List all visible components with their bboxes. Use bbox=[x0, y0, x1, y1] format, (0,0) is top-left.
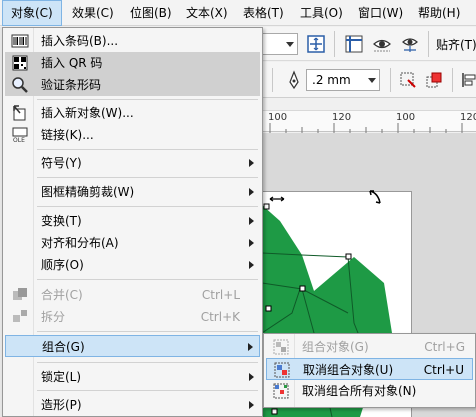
menu-text[interactable]: 文本(X) bbox=[186, 0, 228, 26]
menu-help[interactable]: 帮助(H) bbox=[418, 0, 460, 26]
menu-item-label: 拆分 bbox=[41, 310, 66, 324]
combine-icon bbox=[13, 288, 27, 300]
menu-item-shortcut: Ctrl+K bbox=[200, 310, 240, 324]
menu-item-label: 取消组合对象(U) bbox=[303, 363, 394, 377]
view-grid-eye-icon[interactable] bbox=[400, 34, 420, 54]
ungroup-all-icon bbox=[273, 383, 289, 399]
menu-item-label: 取消组合所有对象(N) bbox=[302, 384, 417, 398]
menu-item-label: 组合(G) bbox=[42, 340, 85, 354]
menu-item-combine[interactable]: 合并(C) Ctrl+L bbox=[5, 284, 260, 306]
menu-item-label: 符号(Y) bbox=[41, 156, 82, 170]
insert-object-icon bbox=[13, 105, 26, 121]
menu-item-shortcut: Ctrl+L bbox=[201, 288, 240, 302]
menu-tools[interactable]: 工具(O) bbox=[300, 0, 343, 26]
wrap-text-icon[interactable] bbox=[398, 70, 418, 90]
submenu-arrow-icon bbox=[248, 343, 253, 351]
break-apart-icon bbox=[13, 310, 27, 322]
outline-width-combo[interactable]: .2 mm bbox=[306, 69, 380, 91]
property-bar: .2 mm bbox=[262, 62, 476, 98]
menu-item-label: 对齐和分布(A) bbox=[41, 236, 119, 250]
menu-item-label: 插入条码(B)... bbox=[41, 34, 119, 48]
menu-item-insert-barcode[interactable]: 插入条码(B)... bbox=[5, 30, 260, 52]
menu-item-label: 组合对象(G) bbox=[302, 340, 369, 354]
menu-item-label: 验证条形码 bbox=[41, 78, 102, 92]
ruler-tick-label: 120 bbox=[460, 112, 476, 123]
submenu-arrow-icon bbox=[249, 373, 254, 381]
menu-item-shortcut: Ctrl+U bbox=[423, 363, 464, 377]
menu-bitmaps[interactable]: 位图(B) bbox=[130, 0, 172, 26]
outline-pen-icon[interactable] bbox=[284, 70, 304, 90]
menu-item-label: 链接(K)... bbox=[41, 128, 94, 142]
align-icon[interactable] bbox=[460, 70, 476, 90]
menu-item-transform[interactable]: 变换(T) bbox=[5, 210, 260, 232]
chevron-down-icon bbox=[286, 42, 294, 47]
ole-link-icon: OLE bbox=[12, 127, 28, 144]
to-front-icon[interactable] bbox=[424, 70, 444, 90]
snap-to-button[interactable]: 贴齐(T) bbox=[436, 36, 476, 53]
menu-item-label: 插入新对象(W)... bbox=[41, 106, 134, 120]
submenu-arrow-icon bbox=[249, 239, 254, 247]
menu-item-insert-qr-code[interactable]: 插入 QR 码 bbox=[5, 52, 260, 74]
barcode-icon bbox=[11, 34, 29, 48]
outline-width-value: .2 mm bbox=[312, 73, 351, 87]
menu-item-group-objects[interactable]: 组合对象(G) Ctrl+G bbox=[266, 336, 473, 358]
menu-object[interactable]: 对象(C) bbox=[2, 0, 62, 26]
zoom-combo[interactable] bbox=[262, 33, 298, 55]
menu-bar: 对象(C) 效果(C) 位图(B) 文本(X) 表格(T) 工具(O) 窗口(W… bbox=[0, 0, 476, 26]
magnifier-icon bbox=[12, 77, 28, 93]
group-objects-icon bbox=[273, 339, 289, 355]
ruler-tick-label: 100 bbox=[396, 112, 416, 123]
menu-item-order[interactable]: 顺序(O) bbox=[5, 254, 260, 276]
standard-toolbar: 贴齐(T) bbox=[262, 27, 476, 61]
menu-item-shaping[interactable]: 造形(P) bbox=[5, 394, 260, 416]
submenu-arrow-icon bbox=[249, 159, 254, 167]
view-eye-icon[interactable] bbox=[372, 34, 392, 54]
submenu-arrow-icon bbox=[249, 188, 254, 196]
menu-item-group[interactable]: 组合(G) bbox=[5, 335, 260, 357]
menu-item-label: 顺序(O) bbox=[41, 258, 84, 272]
menu-item-align-distribute[interactable]: 对齐和分布(A) bbox=[5, 232, 260, 254]
menu-item-ungroup-objects[interactable]: 取消组合对象(U) Ctrl+U bbox=[266, 358, 473, 380]
ruler-tick-label: 100 bbox=[268, 112, 288, 123]
zoom-fit-icon[interactable] bbox=[306, 34, 326, 54]
menu-item-label: 插入 QR 码 bbox=[41, 56, 103, 70]
menu-item-symbol[interactable]: 符号(Y) bbox=[5, 152, 260, 174]
menu-item-label: 变换(T) bbox=[41, 214, 82, 228]
object-menu-dropdown: 插入条码(B)... 插入 QR 码 验证条形码 插入新对象(W)... OLE… bbox=[2, 27, 263, 417]
horizontal-ruler: 100 120 100 120 bbox=[262, 110, 476, 133]
menu-item-break-apart[interactable]: 拆分 Ctrl+K bbox=[5, 306, 260, 328]
menu-item-label: 图框精确剪裁(W) bbox=[41, 185, 135, 199]
ungroup-objects-icon bbox=[274, 362, 290, 378]
menu-item-validate-barcode[interactable]: 验证条形码 bbox=[5, 74, 260, 96]
ruler-tick-label: 120 bbox=[332, 112, 352, 123]
rulers-icon[interactable] bbox=[344, 34, 364, 54]
menu-item-label: 合并(C) bbox=[41, 288, 83, 302]
submenu-arrow-icon bbox=[249, 261, 254, 269]
menu-item-links[interactable]: OLE 链接(K)... bbox=[5, 124, 260, 146]
group-submenu: 组合对象(G) Ctrl+G 取消组合对象(U) Ctrl+U 取消组合所有对象… bbox=[263, 333, 476, 408]
submenu-arrow-icon bbox=[249, 217, 254, 225]
qr-code-icon bbox=[12, 55, 28, 71]
menu-item-label: 锁定(L) bbox=[41, 370, 82, 384]
svg-text:OLE: OLE bbox=[13, 137, 25, 144]
chevron-down-icon bbox=[368, 78, 376, 83]
menu-item-ungroup-all-objects[interactable]: 取消组合所有对象(N) bbox=[266, 380, 473, 402]
menu-item-lock[interactable]: 锁定(L) bbox=[5, 366, 260, 388]
menu-window[interactable]: 窗口(W) bbox=[358, 0, 403, 26]
menu-item-insert-new-object[interactable]: 插入新对象(W)... bbox=[5, 102, 260, 124]
menu-table[interactable]: 表格(T) bbox=[243, 0, 284, 26]
menu-item-shortcut: Ctrl+G bbox=[424, 340, 465, 354]
menu-item-label: 造形(P) bbox=[41, 398, 82, 412]
submenu-arrow-icon bbox=[249, 401, 254, 409]
menu-item-powerclip[interactable]: 图框精确剪裁(W) bbox=[5, 181, 260, 203]
menu-effects[interactable]: 效果(C) bbox=[72, 0, 114, 26]
